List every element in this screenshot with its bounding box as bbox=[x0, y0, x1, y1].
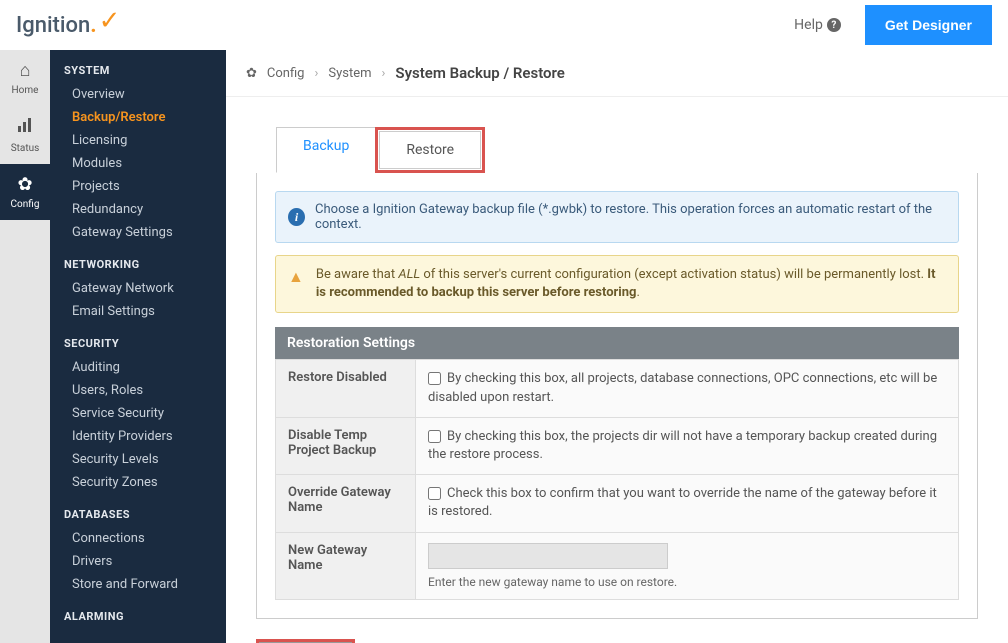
logo-text: Ignition bbox=[16, 13, 90, 38]
sidebar-item-identity-providers[interactable]: Identity Providers bbox=[50, 425, 226, 448]
sidebar-item-licensing[interactable]: Licensing bbox=[50, 129, 226, 152]
sidebar-item-users-roles[interactable]: Users, Roles bbox=[50, 379, 226, 402]
rail-status[interactable]: Status bbox=[0, 106, 50, 164]
sidebar-item-security-zones[interactable]: Security Zones bbox=[50, 471, 226, 494]
row-override-name: Override Gateway Name Check this box to … bbox=[276, 475, 959, 532]
sidebar-item-redundancy[interactable]: Redundancy bbox=[50, 198, 226, 221]
sidebar-item-connections[interactable]: Connections bbox=[50, 527, 226, 550]
gear-icon: ✿ bbox=[17, 174, 32, 195]
gear-icon: ✿ bbox=[246, 66, 257, 81]
side-header-databases: DATABASES bbox=[50, 508, 226, 527]
rail-config[interactable]: ✿ Config bbox=[0, 164, 50, 220]
logo: Ignition.✓ bbox=[16, 10, 120, 40]
logo-swoosh-icon: ✓ bbox=[99, 6, 121, 36]
desc-restore-disabled: By checking this box, all projects, data… bbox=[428, 371, 937, 404]
info-text: Choose a Ignition Gateway backup file (*… bbox=[315, 202, 946, 232]
topbar-right: Help ? Get Designer bbox=[794, 5, 992, 45]
sidebar-item-backup-restore[interactable]: Backup/Restore bbox=[50, 106, 226, 129]
crumb-config[interactable]: Config bbox=[267, 66, 305, 81]
choose-file-highlight: Choose File bbox=[256, 639, 355, 643]
label-new-name: New Gateway Name bbox=[276, 532, 416, 599]
info-icon: i bbox=[288, 208, 305, 226]
get-designer-button[interactable]: Get Designer bbox=[865, 5, 992, 45]
sidebar-item-service-security[interactable]: Service Security bbox=[50, 402, 226, 425]
row-restore-disabled: Restore Disabled By checking this box, a… bbox=[276, 360, 959, 417]
bar-chart-icon bbox=[16, 116, 34, 139]
sidebar: SYSTEM Overview Backup/Restore Licensing… bbox=[50, 50, 226, 643]
rail-home-label: Home bbox=[12, 85, 39, 96]
content-area: ✿ Config › System › System Backup / Rest… bbox=[226, 50, 1008, 643]
sidebar-item-projects[interactable]: Projects bbox=[50, 175, 226, 198]
desc-disable-temp: By checking this box, the projects dir w… bbox=[428, 429, 937, 462]
info-bar: i Choose a Ignition Gateway backup file … bbox=[275, 191, 959, 243]
input-new-gateway-name[interactable] bbox=[428, 543, 668, 569]
side-header-networking: NETWORKING bbox=[50, 258, 226, 277]
side-header-alarming: ALARMING bbox=[50, 610, 226, 629]
rail-config-label: Config bbox=[11, 199, 40, 210]
warning-icon: ▲ bbox=[288, 266, 304, 288]
sidebar-item-modules[interactable]: Modules bbox=[50, 152, 226, 175]
left-rail: ⌂ Home Status ✿ Config bbox=[0, 50, 50, 643]
sidebar-item-gateway-settings[interactable]: Gateway Settings bbox=[50, 221, 226, 244]
rail-home[interactable]: ⌂ Home bbox=[0, 50, 50, 106]
side-header-system: SYSTEM bbox=[50, 64, 226, 83]
tab-backup[interactable]: Backup bbox=[276, 127, 376, 173]
file-row: Choose File Controller_Ignition-backup-2… bbox=[256, 639, 978, 643]
rail-status-label: Status bbox=[11, 143, 40, 154]
sidebar-item-store-forward[interactable]: Store and Forward bbox=[50, 573, 226, 596]
tab-restore[interactable]: Restore bbox=[379, 131, 481, 169]
checkbox-override-name[interactable] bbox=[428, 487, 441, 500]
hint-new-name: Enter the new gateway name to use on res… bbox=[428, 575, 946, 589]
restore-panel: i Choose a Ignition Gateway backup file … bbox=[256, 173, 978, 619]
home-icon: ⌂ bbox=[20, 60, 31, 81]
sidebar-item-email-settings[interactable]: Email Settings bbox=[50, 300, 226, 323]
tab-restore-highlight: Restore bbox=[375, 127, 485, 173]
sidebar-item-security-levels[interactable]: Security Levels bbox=[50, 448, 226, 471]
chevron-right-icon: › bbox=[382, 66, 386, 81]
help-label: Help bbox=[794, 17, 823, 33]
sidebar-item-drivers[interactable]: Drivers bbox=[50, 550, 226, 573]
sidebar-item-auditing[interactable]: Auditing bbox=[50, 356, 226, 379]
warning-bar: ▲ Be aware that ALL of this server's cur… bbox=[275, 255, 959, 313]
topbar: Ignition.✓ Help ? Get Designer bbox=[0, 0, 1008, 50]
tab-row: Backup Restore bbox=[226, 97, 1008, 173]
side-header-security: SECURITY bbox=[50, 337, 226, 356]
desc-override-name: Check this box to confirm that you want … bbox=[428, 486, 937, 519]
sidebar-item-overview[interactable]: Overview bbox=[50, 83, 226, 106]
help-link[interactable]: Help ? bbox=[794, 17, 841, 33]
settings-header: Restoration Settings bbox=[275, 327, 959, 359]
label-disable-temp: Disable Temp Project Backup bbox=[276, 417, 416, 474]
row-disable-temp: Disable Temp Project Backup By checking … bbox=[276, 417, 959, 474]
breadcrumb: ✿ Config › System › System Backup / Rest… bbox=[226, 50, 1008, 97]
sidebar-item-gateway-network[interactable]: Gateway Network bbox=[50, 277, 226, 300]
logo-dot: . bbox=[90, 13, 96, 38]
chevron-right-icon: › bbox=[314, 66, 318, 81]
settings-table: Restore Disabled By checking this box, a… bbox=[275, 359, 959, 599]
label-restore-disabled: Restore Disabled bbox=[276, 360, 416, 417]
warning-text: Be aware that ALL of this server's curre… bbox=[316, 266, 946, 302]
row-new-name: New Gateway Name Enter the new gateway n… bbox=[276, 532, 959, 599]
page-title: System Backup / Restore bbox=[395, 64, 564, 82]
crumb-system[interactable]: System bbox=[328, 66, 371, 81]
checkbox-restore-disabled[interactable] bbox=[428, 372, 441, 385]
checkbox-disable-temp[interactable] bbox=[428, 430, 441, 443]
label-override-name: Override Gateway Name bbox=[276, 475, 416, 532]
help-icon: ? bbox=[827, 18, 841, 32]
